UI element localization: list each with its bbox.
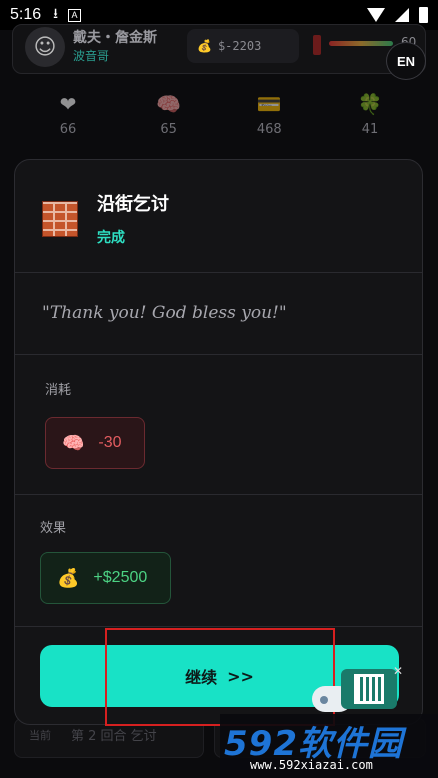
cost-chip: 🧠 -30 bbox=[45, 417, 145, 469]
qr-badge[interactable] bbox=[341, 669, 397, 709]
signal-icon bbox=[395, 8, 409, 22]
stat-value: 41 bbox=[361, 122, 379, 137]
modal-header: 沿街乞讨 完成 bbox=[15, 160, 422, 273]
clover-icon: 🍀 bbox=[357, 92, 383, 116]
stat-credit: 💳 468 bbox=[229, 92, 309, 152]
watermark: 592软件园 www.592xiazai.com bbox=[220, 714, 438, 778]
brain-icon: 🧠 bbox=[156, 92, 182, 116]
status-time: 5:16 bbox=[10, 6, 42, 23]
player-title: 波音哥 bbox=[73, 49, 110, 63]
player-header: ☺ 戴夫・詹金斯 波音哥 💰 $-2203 60 bbox=[12, 24, 426, 74]
health-bar bbox=[329, 41, 393, 46]
turn-label: 当前 bbox=[29, 729, 51, 742]
heart-icon: ❤ bbox=[59, 92, 77, 116]
watermark-url: www.592xiazai.com bbox=[250, 758, 373, 772]
player-name: 戴夫・詹金斯 bbox=[73, 30, 157, 46]
quote-text: "Thank you! God bless you!" bbox=[42, 303, 287, 323]
modal-status: 完成 bbox=[97, 230, 125, 246]
cost-label: 消耗 bbox=[45, 383, 72, 398]
highlight-rectangle bbox=[105, 628, 335, 726]
effect-section: 效果 💰 +$2500 bbox=[15, 495, 422, 627]
money-bag-icon: 💰 bbox=[57, 567, 80, 588]
money-bag-icon: 💰 bbox=[197, 39, 212, 53]
stat-luck: 🍀 41 bbox=[330, 92, 410, 152]
close-icon[interactable]: ✕ bbox=[393, 664, 403, 678]
stat-intelligence: 🧠 65 bbox=[129, 92, 209, 152]
effect-value: +$2500 bbox=[93, 569, 148, 586]
stat-health: ❤ 66 bbox=[28, 92, 108, 152]
health-icon bbox=[313, 35, 321, 55]
money-value: $-2203 bbox=[217, 39, 262, 53]
avatar: ☺ bbox=[25, 27, 65, 67]
stat-value: 468 bbox=[256, 122, 282, 137]
modal-title: 沿街乞讨 bbox=[97, 194, 169, 215]
brick-icon bbox=[42, 201, 78, 237]
stat-value: 65 bbox=[160, 122, 177, 137]
language-button[interactable]: EN bbox=[386, 42, 426, 80]
card-icon: 💳 bbox=[256, 92, 282, 116]
battery-icon bbox=[419, 7, 428, 23]
qr-code-icon bbox=[354, 674, 384, 704]
a-notification-icon: A bbox=[68, 8, 82, 22]
cost-value: -30 bbox=[98, 434, 122, 451]
effect-chip: 💰 +$2500 bbox=[40, 552, 171, 604]
turn-text: 第 2 回合 乞讨 bbox=[71, 729, 157, 744]
wifi-icon bbox=[367, 8, 385, 22]
money-display: 💰 $-2203 bbox=[187, 29, 299, 63]
effect-label: 效果 bbox=[40, 521, 67, 536]
cost-section: 消耗 🧠 -30 bbox=[15, 355, 422, 495]
quote-section: "Thank you! God bless you!" bbox=[15, 273, 422, 355]
brain-icon: 🧠 bbox=[62, 432, 85, 453]
stats-row: ❤ 66 🧠 65 💳 468 🍀 41 bbox=[28, 92, 410, 152]
stat-value: 66 bbox=[59, 122, 77, 137]
